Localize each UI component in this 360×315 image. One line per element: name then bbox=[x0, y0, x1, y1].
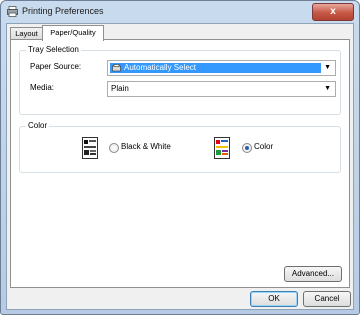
black-white-label: Black & White bbox=[121, 142, 171, 151]
color-group: Color Black & White Color bbox=[19, 121, 341, 173]
media-label: Media: bbox=[30, 83, 55, 92]
dialog-client-area: Layout Paper/Quality Tray Selection Pape… bbox=[6, 23, 354, 310]
tab-paper-quality[interactable]: Paper/Quality bbox=[42, 25, 104, 41]
paper-source-label: Paper Source: bbox=[30, 62, 82, 71]
advanced-button[interactable]: Advanced... bbox=[284, 266, 342, 282]
tab-panel-paper-quality: Tray Selection Paper Source: Automatical… bbox=[10, 39, 350, 288]
tray-selection-group: Tray Selection Paper Source: Automatical… bbox=[19, 45, 341, 115]
dropdown-arrow-icon: ▼ bbox=[324, 85, 331, 92]
dropdown-arrow-icon: ▼ bbox=[324, 64, 331, 71]
color-document-icon bbox=[214, 137, 230, 159]
color-group-label: Color bbox=[26, 121, 50, 130]
tray-selection-label: Tray Selection bbox=[26, 45, 81, 54]
window-title: Printing Preferences bbox=[22, 6, 104, 16]
close-button[interactable]: x bbox=[312, 3, 354, 21]
auto-select-icon bbox=[112, 64, 121, 72]
black-white-document-icon bbox=[82, 137, 98, 159]
media-select[interactable]: Plain ▼ bbox=[107, 81, 336, 97]
printing-preferences-window: Printing Preferences x Layout Paper/Qual… bbox=[0, 0, 360, 315]
black-white-radio[interactable] bbox=[109, 143, 119, 153]
media-value: Plain bbox=[111, 84, 129, 93]
paper-source-select[interactable]: Automatically Select ▼ bbox=[107, 60, 336, 76]
paper-source-selected-item: Automatically Select bbox=[110, 63, 321, 73]
ok-button[interactable]: OK bbox=[250, 291, 298, 307]
cancel-button[interactable]: Cancel bbox=[303, 291, 351, 307]
title-bar[interactable]: Printing Preferences x bbox=[1, 1, 359, 23]
printer-icon bbox=[7, 6, 18, 17]
color-radio[interactable] bbox=[242, 143, 252, 153]
color-label: Color bbox=[254, 142, 274, 151]
paper-source-value: Automatically Select bbox=[124, 63, 197, 72]
